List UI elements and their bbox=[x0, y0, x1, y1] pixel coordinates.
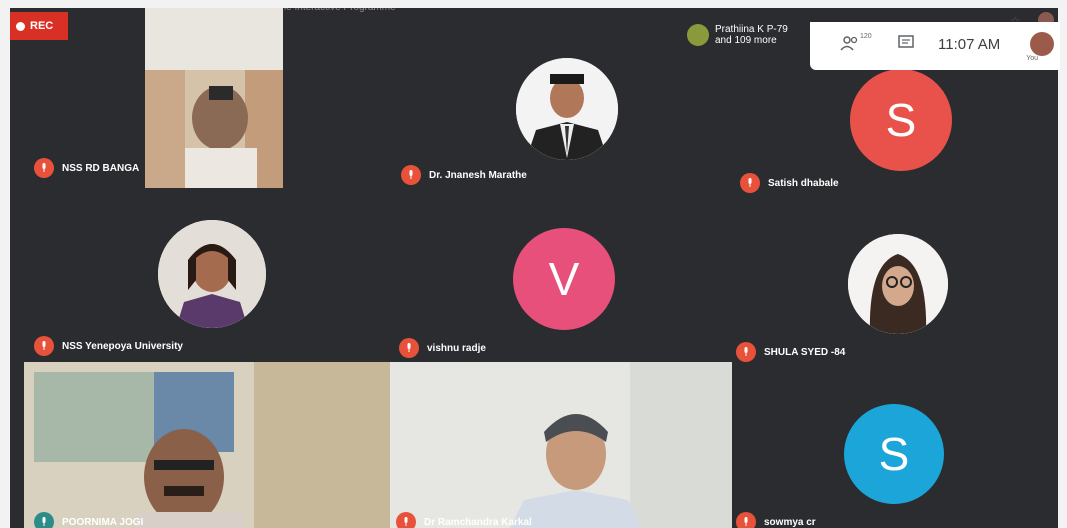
participant-name-tag: Satish dhabale bbox=[740, 173, 839, 193]
mic-muted-icon bbox=[34, 512, 54, 528]
mic-muted-icon bbox=[740, 173, 760, 193]
participant-name-tag: NSS Yenepoya University bbox=[34, 336, 183, 356]
avatar bbox=[687, 24, 709, 46]
participant-tile[interactable] bbox=[24, 362, 390, 528]
participant-name: NSS Yenepoya University bbox=[62, 340, 183, 352]
participant-name-tag: Dr. Jnanesh Marathe bbox=[401, 165, 527, 185]
participants-summary[interactable]: Prathiina K P-79 and 109 more bbox=[687, 24, 788, 46]
meeting-controls: 120 11:07 AM You bbox=[810, 22, 1060, 70]
mic-muted-icon bbox=[736, 512, 756, 528]
people-icon[interactable] bbox=[840, 35, 860, 56]
participant-name-tag: POORNIMA JOGI bbox=[34, 512, 143, 528]
participant-name: POORNIMA JOGI bbox=[62, 516, 144, 528]
participant-name-tag: sowmya cr bbox=[736, 512, 816, 528]
mic-muted-icon bbox=[34, 158, 54, 178]
recording-label: REC bbox=[30, 20, 54, 32]
participant-video bbox=[390, 362, 732, 528]
self-avatar bbox=[1030, 32, 1054, 56]
participant-avatar bbox=[516, 58, 618, 160]
participant-video bbox=[145, 8, 283, 188]
mic-muted-icon bbox=[736, 342, 756, 362]
participant-name-tag: Dr Ramchandra Karkal bbox=[396, 512, 532, 528]
participant-name: Satish dhabale bbox=[768, 177, 839, 189]
participant-count: 120 bbox=[860, 33, 872, 40]
participant-avatar: S bbox=[850, 69, 952, 171]
participant-name: sowmya cr bbox=[764, 516, 816, 528]
meeting-screen: State Level Online Interactive Programme… bbox=[10, 8, 1058, 528]
self-label: You bbox=[1026, 55, 1038, 62]
participant-tile[interactable] bbox=[390, 362, 732, 528]
mic-muted-icon bbox=[396, 512, 416, 528]
participant-name: vishnu radje bbox=[427, 342, 486, 354]
clock-time: 11:07 AM bbox=[938, 36, 1001, 53]
participant-avatar bbox=[848, 234, 948, 334]
participant-name: Dr Ramchandra Karkal bbox=[424, 516, 532, 528]
participant-name: Dr. Jnanesh Marathe bbox=[429, 169, 527, 181]
participant-name-tag: vishnu radje bbox=[399, 338, 486, 358]
mic-muted-icon bbox=[34, 336, 54, 356]
mic-muted-icon bbox=[401, 165, 421, 185]
participant-video bbox=[24, 362, 390, 528]
meeting-title: State Level Online Interactive Programme bbox=[210, 8, 710, 16]
mic-muted-icon bbox=[399, 338, 419, 358]
participants-summary-text: Prathiina K P-79 and 109 more bbox=[715, 24, 788, 46]
participant-name-tag: NSS RD BANGA bbox=[34, 158, 139, 178]
chat-icon[interactable] bbox=[898, 35, 914, 56]
participant-name: NSS RD BANGA bbox=[62, 162, 140, 174]
recording-indicator: REC bbox=[10, 12, 68, 40]
participant-avatar bbox=[158, 220, 266, 328]
participant-avatar: S bbox=[844, 404, 944, 504]
participant-tile[interactable] bbox=[145, 8, 283, 188]
participant-name-tag: SHULA SYED -84 bbox=[736, 342, 845, 362]
participant-avatar: V bbox=[513, 228, 615, 330]
record-dot-icon bbox=[16, 21, 25, 31]
participant-name: SHULA SYED -84 bbox=[764, 346, 846, 358]
